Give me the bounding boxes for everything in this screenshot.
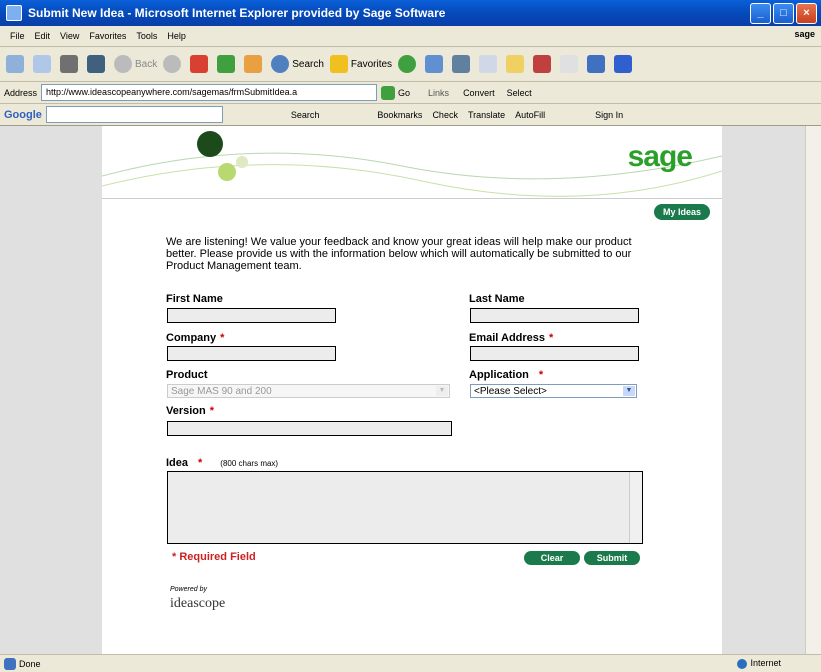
application-select[interactable]: <Please Select> ▼ <box>470 384 637 398</box>
ie-icon <box>6 5 22 21</box>
chevron-down-icon: ▼ <box>436 386 448 396</box>
textarea-scrollbar[interactable] <box>629 472 642 543</box>
first-name-field[interactable] <box>167 308 336 323</box>
close-button[interactable]: × <box>796 3 817 24</box>
menu-tools[interactable]: Tools <box>136 31 157 41</box>
menu-edit[interactable]: Edit <box>35 31 51 41</box>
submit-button[interactable]: Submit <box>584 551 640 565</box>
globe-icon <box>737 658 748 669</box>
minimize-button[interactable]: _ <box>750 3 771 24</box>
window-title: Submit New Idea - Microsoft Internet Exp… <box>28 6 446 20</box>
bookmarks-button[interactable]: Bookmarks <box>377 110 422 120</box>
menu-view[interactable]: View <box>60 31 79 41</box>
product-select[interactable]: Sage MAS 90 and 200 ▼ <box>167 384 450 398</box>
back-icon <box>114 55 132 73</box>
folder-icon[interactable] <box>506 55 525 73</box>
idea-hint: (800 chars max) <box>220 459 279 468</box>
title-bar: Submit New Idea - Microsoft Internet Exp… <box>0 0 821 26</box>
page-done-icon <box>4 657 16 670</box>
print-icon[interactable] <box>452 55 471 73</box>
favorites-button[interactable]: Favorites <box>329 55 392 73</box>
google-search-button[interactable]: Search <box>291 110 320 120</box>
messenger-icon[interactable] <box>533 55 552 73</box>
company-label: Company * <box>166 332 225 344</box>
browser-viewport: sage My Ideas We are listening! We value… <box>0 126 806 654</box>
google-search-input[interactable] <box>45 106 223 123</box>
banner: sage <box>102 126 722 199</box>
sage-logo: sage <box>627 140 693 173</box>
chevron-down-icon: ▼ <box>623 386 635 396</box>
translate-button[interactable]: Translate <box>468 110 505 120</box>
google-toolbar: Google Search Bookmarks Check Translate … <box>0 104 821 126</box>
vertical-scrollbar[interactable] <box>805 126 821 654</box>
menu-help[interactable]: Help <box>167 31 186 41</box>
powered-by-text: Powered by <box>170 586 207 593</box>
menu-favorites[interactable]: Favorites <box>89 31 126 41</box>
page-icon[interactable] <box>6 55 24 73</box>
version-field[interactable] <box>167 421 452 436</box>
application-label: Application * <box>469 369 544 381</box>
idea-textarea[interactable] <box>167 471 643 544</box>
cut-icon[interactable] <box>60 55 78 73</box>
research-icon[interactable] <box>587 55 606 73</box>
maximize-button[interactable]: □ <box>773 3 794 24</box>
intro-text: We are listening! We value your feedback… <box>166 236 632 272</box>
clipboard-icon[interactable] <box>560 55 579 73</box>
media-icon[interactable] <box>398 55 417 73</box>
go-icon[interactable] <box>381 85 396 100</box>
clear-button[interactable]: Clear <box>524 551 580 565</box>
refresh-icon[interactable] <box>217 55 236 73</box>
stop-icon[interactable] <box>190 55 209 73</box>
email-field[interactable] <box>470 346 639 361</box>
mail-icon[interactable] <box>425 55 444 73</box>
address-bar: Address http://www.ideascopeanywhere.com… <box>0 82 821 104</box>
search-icon <box>271 55 290 73</box>
autofill-button[interactable]: AutoFill <box>515 110 545 120</box>
status-bar: Done Internet <box>0 654 821 672</box>
copy-icon[interactable] <box>33 55 51 73</box>
email-label: Email Address * <box>469 332 554 344</box>
address-input[interactable]: http://www.ideascopeanywhere.com/sagemas… <box>41 84 378 101</box>
ideascope-logo: ideascope <box>170 596 226 611</box>
google-logo: Google <box>4 108 42 121</box>
page-container: sage My Ideas We are listening! We value… <box>102 126 722 654</box>
forward-icon[interactable] <box>163 55 182 73</box>
my-ideas-button[interactable]: My Ideas <box>653 204 710 220</box>
required-field-note: * Required Field <box>172 551 256 563</box>
brand-logo: sage <box>794 29 815 39</box>
convert-button[interactable]: Convert <box>463 88 495 98</box>
home-icon[interactable] <box>244 55 263 73</box>
company-field[interactable] <box>167 346 336 361</box>
menu-file[interactable]: File <box>10 31 25 41</box>
back-button[interactable]: Back <box>114 55 157 73</box>
star-icon <box>329 55 348 73</box>
zone-indicator: Internet <box>737 658 781 669</box>
version-label: Version * <box>166 405 215 417</box>
sign-in-button[interactable]: Sign In <box>595 110 623 120</box>
links-label[interactable]: Links <box>428 88 449 98</box>
first-name-label: First Name <box>166 293 223 305</box>
window-icon[interactable] <box>614 55 633 73</box>
idea-label: Idea * (800 chars max) <box>166 457 279 469</box>
search-button[interactable]: Search <box>271 55 324 73</box>
last-name-label: Last Name <box>469 293 525 305</box>
menu-bar: File Edit View Favorites Tools Help sage <box>0 26 821 47</box>
font-icon[interactable] <box>87 55 105 73</box>
address-label: Address <box>4 87 38 98</box>
status-text: Done <box>19 658 41 669</box>
select-button[interactable]: Select <box>507 88 532 98</box>
word-icon[interactable] <box>479 55 498 73</box>
standard-toolbar: Back Search Favorites <box>0 47 821 82</box>
check-button[interactable]: Check <box>432 110 458 120</box>
last-name-field[interactable] <box>470 308 639 323</box>
product-label: Product <box>166 369 208 381</box>
go-button[interactable]: Go <box>398 88 410 98</box>
